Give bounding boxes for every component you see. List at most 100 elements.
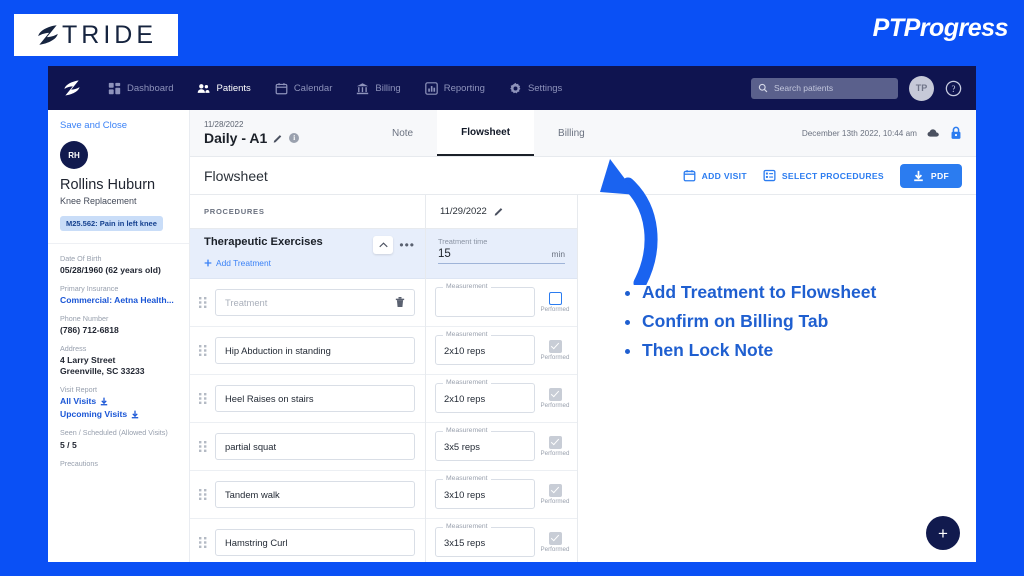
measurement-row: Measurement Performed <box>426 279 577 327</box>
measurement-row: Measurement 3x10 reps Performed <box>426 471 577 519</box>
performed-label: Performed <box>540 402 570 409</box>
performed-label: Performed <box>540 354 570 361</box>
stride-logo-text: TRIDE <box>62 23 157 48</box>
annotation-bullet: Confirm on Billing Tab <box>642 307 876 336</box>
nav-item-settings[interactable]: Settings <box>505 78 566 99</box>
save-and-close-link[interactable]: Save and Close <box>60 120 177 131</box>
all-visits-link[interactable]: All Visits <box>60 396 177 406</box>
drag-handle-icon[interactable] <box>199 345 208 356</box>
field-label-address: Address <box>60 344 177 353</box>
ptprogress-watermark: PTProgress <box>873 14 1008 43</box>
patient-sidebar: Save and Close RH Rollins Huburn Knee Re… <box>48 110 190 562</box>
performed-cell: Performed <box>540 484 570 505</box>
panel-title: Flowsheet <box>204 168 268 184</box>
treatment-input[interactable]: Hip Abduction in standing <box>215 337 415 364</box>
pencil-icon[interactable] <box>494 206 504 216</box>
nav-item-reporting[interactable]: Reporting <box>421 78 489 99</box>
performed-checkbox[interactable] <box>549 436 562 449</box>
performed-checkbox[interactable] <box>549 532 562 545</box>
measurement-legend: Measurement <box>443 427 491 434</box>
treatment-input[interactable]: Hamstring Curl <box>215 529 415 556</box>
pencil-icon[interactable] <box>273 133 283 143</box>
performed-checkbox[interactable] <box>549 388 562 401</box>
lock-icon[interactable] <box>950 126 962 140</box>
treatment-input[interactable]: Treatment <box>215 289 415 316</box>
add-treatment-button[interactable]: Add Treatment <box>204 258 415 268</box>
note-status-group: December 13th 2022, 10:44 am <box>802 126 962 140</box>
drag-handle-icon[interactable] <box>199 537 208 548</box>
top-navigation-bar: Dashboard Patients Calendar <box>48 66 976 110</box>
performed-checkbox[interactable] <box>549 292 562 305</box>
field-value-address-line1: 4 Larry Street <box>60 355 177 365</box>
download-icon <box>913 170 924 182</box>
measurement-input[interactable]: Measurement 2x10 reps <box>435 335 535 365</box>
field-label-seen-scheduled: Seen / Scheduled (Allowed Visits) <box>60 428 177 437</box>
stride-bolt-icon[interactable] <box>62 78 82 98</box>
visit-date-label: 11/29/2022 <box>440 206 487 217</box>
measurement-legend: Measurement <box>443 523 491 530</box>
field-value-seen-scheduled: 5 / 5 <box>60 440 177 450</box>
treatment-time-input[interactable]: 15 <box>438 248 548 260</box>
bank-icon <box>356 82 369 95</box>
nav-item-patients[interactable]: Patients <box>193 78 254 99</box>
field-value-insurance[interactable]: Commercial: Aetna Health... <box>60 295 177 305</box>
measurement-input[interactable]: Measurement 3x15 reps <box>435 527 535 557</box>
measurement-row: Measurement 3x15 reps Performed <box>426 519 577 562</box>
trash-icon[interactable] <box>395 296 405 308</box>
measurement-input[interactable]: Measurement <box>435 287 535 317</box>
measurement-legend: Measurement <box>443 475 491 482</box>
nav-label-patients: Patients <box>216 83 250 94</box>
nav-item-calendar[interactable]: Calendar <box>271 78 337 99</box>
measurement-row: Measurement 2x10 reps Performed <box>426 327 577 375</box>
note-identity: 11/28/2022 Daily - A1 i <box>204 120 354 146</box>
more-options-icon[interactable]: ••• <box>399 241 415 249</box>
add-fab-button[interactable]: + <box>926 516 960 550</box>
download-icon <box>100 397 108 406</box>
field-value-phone: (786) 712-6818 <box>60 325 177 335</box>
info-icon[interactable]: i <box>289 133 299 143</box>
all-visits-label: All Visits <box>60 396 96 406</box>
treatment-input[interactable]: partial squat <box>215 433 415 460</box>
performed-cell: Performed <box>540 532 570 553</box>
performed-cell: Performed <box>540 340 570 361</box>
tab-note[interactable]: Note <box>368 110 437 156</box>
saved-timestamp: December 13th 2022, 10:44 am <box>802 129 917 138</box>
performed-checkbox[interactable] <box>549 484 562 497</box>
pdf-button[interactable]: PDF <box>900 164 962 188</box>
tab-flowsheet[interactable]: Flowsheet <box>437 110 534 156</box>
drag-handle-icon[interactable] <box>199 441 208 452</box>
download-icon <box>131 410 139 419</box>
measurement-input[interactable]: Measurement 3x10 reps <box>435 479 535 509</box>
add-treatment-label: Add Treatment <box>216 258 271 268</box>
drag-handle-icon[interactable] <box>199 489 208 500</box>
nav-item-dashboard[interactable]: Dashboard <box>104 78 177 99</box>
drag-handle-icon[interactable] <box>199 297 208 308</box>
note-date: 11/28/2022 <box>204 120 354 129</box>
treatment-input[interactable]: Tandem walk <box>215 481 415 508</box>
drag-handle-icon[interactable] <box>199 393 208 404</box>
search-input[interactable]: Search patients <box>751 78 898 99</box>
field-label-dob: Date Of Birth <box>60 254 177 263</box>
add-visit-button[interactable]: ADD VISIT <box>683 169 747 182</box>
question-circle-icon[interactable]: ? <box>945 80 962 97</box>
plus-icon <box>204 259 212 267</box>
table-row: Treatment <box>190 279 425 327</box>
people-icon <box>197 82 210 95</box>
collapse-group-button[interactable] <box>373 236 393 254</box>
search-icon <box>758 83 768 93</box>
field-label-visit-report: Visit Report <box>60 385 177 394</box>
measurement-input[interactable]: Measurement 2x10 reps <box>435 383 535 413</box>
nav-item-billing[interactable]: Billing <box>352 78 404 99</box>
nav-label-calendar: Calendar <box>294 83 333 94</box>
measurement-input[interactable]: Measurement 3x5 reps <box>435 431 535 461</box>
treatment-input[interactable]: Heel Raises on stairs <box>215 385 415 412</box>
user-avatar[interactable]: TP <box>909 76 934 101</box>
performed-label: Performed <box>540 450 570 457</box>
field-value-dob: 05/28/1960 (62 years old) <box>60 265 177 275</box>
procedure-group-title: Therapeutic Exercises <box>204 236 323 248</box>
select-procedures-button[interactable]: SELECT PROCEDURES <box>763 169 884 182</box>
upcoming-visits-link[interactable]: Upcoming Visits <box>60 409 177 419</box>
table-row: Hamstring Curl <box>190 519 425 562</box>
performed-checkbox[interactable] <box>549 340 562 353</box>
procedure-group-header: Therapeutic Exercises ••• <box>190 229 425 279</box>
